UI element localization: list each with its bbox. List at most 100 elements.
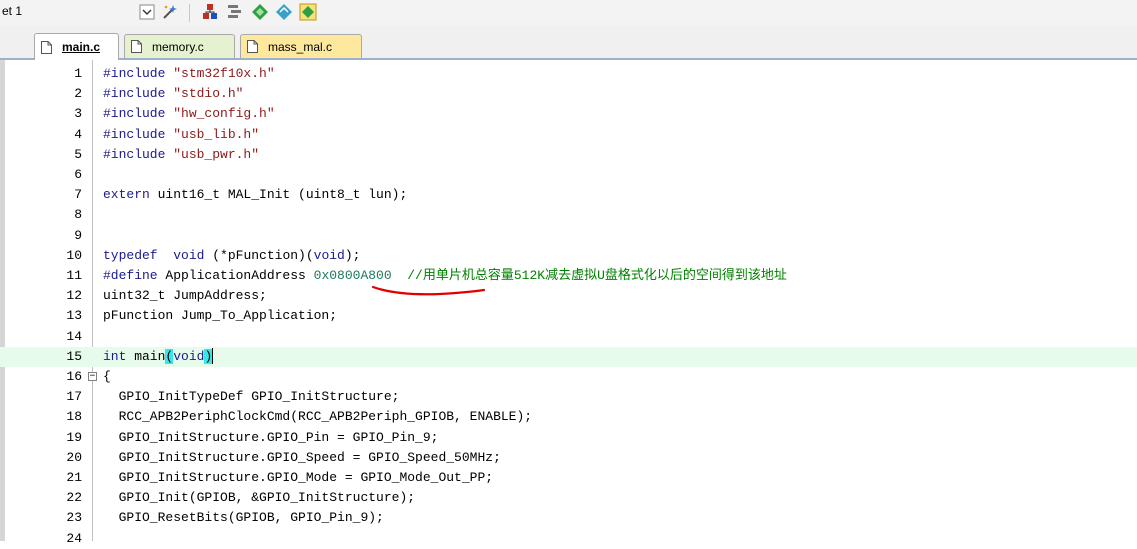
code-line[interactable]: 21 GPIO_InitStructure.GPIO_Mode = GPIO_M… [0, 468, 1137, 488]
code-line[interactable]: 15 int main(void) [0, 346, 1137, 367]
code-text: pFunction Jump_To_Application; [103, 308, 338, 324]
file-icon [41, 40, 52, 54]
code-token-define-kw: #define [103, 268, 158, 283]
code-text: #include "usb_lib.h" [103, 125, 259, 145]
code-token: typedef [103, 247, 158, 263]
toolbar-separator [189, 4, 190, 22]
line-number: 16 [66, 369, 82, 384]
code-line[interactable]: 6 [0, 165, 1137, 185]
code-text: GPIO_ResetBits(GPIOB, GPIO_Pin_9); [103, 510, 384, 526]
code-token-include: #include [103, 146, 174, 162]
line-number: 13 [66, 308, 82, 324]
toolbar: et 1 [0, 0, 1137, 26]
line-number: 20 [66, 449, 82, 465]
manage-icon[interactable] [274, 2, 294, 22]
code-token: void [173, 247, 205, 263]
code-line[interactable]: 2 #include "stdio.h" [0, 84, 1137, 104]
code-line[interactable]: 11 #define ApplicationAddress 0x0800A800 … [0, 266, 1137, 286]
build-target-icon[interactable] [200, 2, 220, 22]
code-text: GPIO_InitStructure.GPIO_Pin = GPIO_Pin_9… [103, 429, 439, 445]
code-token-define-name: ApplicationAddress [157, 268, 314, 283]
dropdown-arrow-icon[interactable] [137, 2, 157, 22]
code-token-include: #include [103, 126, 174, 142]
code-token-string: "usb_pwr.h" [173, 146, 260, 162]
code-line[interactable]: 24 [0, 529, 1137, 549]
tab-mass-mal-c[interactable]: mass_mal.c [240, 34, 362, 58]
line-number: 17 [66, 389, 82, 405]
tab-main-c[interactable]: main.c [34, 33, 119, 60]
line-number: 14 [66, 328, 82, 344]
code-line[interactable]: 17 GPIO_InitTypeDef GPIO_InitStructure; [0, 387, 1137, 407]
fold-collapse-icon[interactable]: − [88, 372, 97, 381]
line-number: 24 [66, 530, 82, 546]
code-text: typedef void (*pFunction)(void); [103, 246, 360, 266]
code-text: int main(void) [103, 347, 214, 367]
code-token: void [313, 247, 345, 263]
line-number: 10 [66, 247, 82, 263]
magic-wand-icon[interactable] [160, 2, 180, 22]
line-number: 23 [66, 510, 82, 526]
code-token-include: #include [103, 66, 174, 81]
code-token: (*pFunction)( [204, 247, 314, 263]
code-token: ); [344, 247, 361, 263]
line-number: 12 [66, 288, 82, 304]
code-line[interactable]: 3 #include "hw_config.h" [0, 104, 1137, 124]
code-text: GPIO_InitStructure.GPIO_Mode = GPIO_Mode… [103, 470, 494, 485]
line-number: 9 [74, 227, 82, 243]
line-number: 3 [74, 106, 82, 122]
tab-memory-c[interactable]: memory.c [124, 34, 235, 58]
line-number: 5 [74, 146, 82, 162]
code-line[interactable]: 20 GPIO_InitStructure.GPIO_Speed = GPIO_… [0, 448, 1137, 468]
code-text: extern uint16_t MAL_Init (uint8_t lun); [103, 185, 407, 205]
line-number: 22 [66, 490, 82, 506]
code-token: extern [103, 187, 150, 203]
code-text: { [103, 369, 111, 384]
code-line[interactable]: 18 RCC_APB2PeriphClockCmd(RCC_APB2Periph… [0, 407, 1137, 427]
code-text: #include "stm32f10x.h" [103, 64, 275, 84]
line-number: 11 [66, 268, 82, 283]
options-icon[interactable] [225, 2, 245, 22]
code-line[interactable]: 1 #include "stm32f10x.h" [0, 64, 1137, 84]
code-token-include: #include [103, 86, 174, 102]
line-number: 19 [66, 429, 82, 445]
diamond-icon[interactable] [250, 2, 270, 22]
line-number: 15 [66, 348, 82, 364]
code-text: #include "usb_pwr.h" [103, 145, 259, 165]
code-line[interactable]: 4 #include "usb_lib.h" [0, 125, 1137, 145]
code-line[interactable]: 19 GPIO_InitStructure.GPIO_Pin = GPIO_Pi… [0, 428, 1137, 448]
line-number: 21 [66, 470, 82, 485]
code-token-define-comment: //用单片机总容量512K减去虚拟U盘格式化以后的空间得到该地址 [391, 268, 787, 283]
code-text: GPIO_Init(GPIOB, &GPIO_InitStructure); [103, 490, 416, 506]
target-label: et 1 [2, 4, 23, 18]
code-line[interactable]: 23 GPIO_ResetBits(GPIOB, GPIO_Pin_9); [0, 508, 1137, 528]
tab-label: memory.c [152, 39, 204, 54]
code-text: GPIO_InitTypeDef GPIO_InitStructure; [103, 389, 400, 405]
code-text: uint32_t JumpAddress; [103, 288, 267, 304]
code-line[interactable]: 13 pFunction Jump_To_Application; [0, 306, 1137, 326]
code-line[interactable]: 5 #include "usb_pwr.h" [0, 145, 1137, 165]
code-token-define-value: 0x0800A800 [313, 268, 392, 283]
code-token-string: "stdio.h" [173, 86, 244, 102]
code-line[interactable]: 9 [0, 226, 1137, 246]
code-token-main-kw: int [103, 348, 127, 364]
line-number: 4 [74, 126, 82, 142]
code-line[interactable]: 16 {− [0, 367, 1137, 387]
line-number: 6 [74, 167, 82, 182]
code-token-include: #include [103, 106, 174, 122]
code-line[interactable]: 7 extern uint16_t MAL_Init (uint8_t lun); [0, 185, 1137, 205]
code-line[interactable]: 12 uint32_t JumpAddress; [0, 286, 1137, 306]
code-line[interactable]: 22 GPIO_Init(GPIOB, &GPIO_InitStructure)… [0, 488, 1137, 508]
code-text: #include "stdio.h" [103, 84, 243, 104]
red-underline-annotation [371, 285, 486, 296]
code-line[interactable]: 10 typedef void (*pFunction)(void); [0, 246, 1137, 266]
code-line[interactable]: 8 [0, 205, 1137, 225]
code-token-main-name: main [126, 348, 166, 364]
code-text: RCC_APB2PeriphClockCmd(RCC_APB2Periph_GP… [103, 409, 533, 425]
code-text: #include "hw_config.h" [103, 104, 275, 124]
batch-build-icon[interactable] [298, 2, 318, 22]
text-caret [212, 348, 214, 365]
code-line[interactable]: 14 [0, 327, 1137, 347]
line-number: 7 [74, 187, 82, 203]
line-number: 1 [74, 66, 82, 81]
